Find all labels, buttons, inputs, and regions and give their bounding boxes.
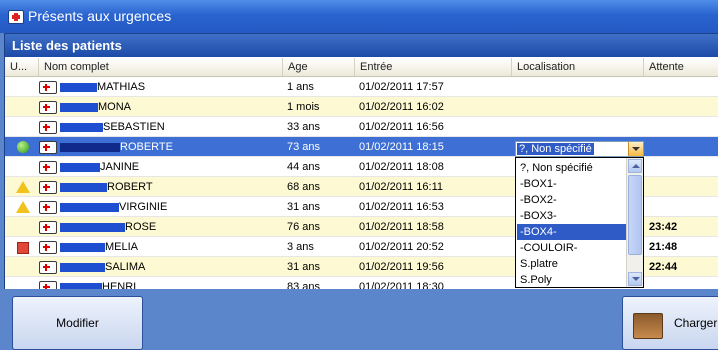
- ambulance-icon: [39, 261, 57, 274]
- patient-entry-time: 01/02/2011 16:56: [359, 121, 444, 133]
- redacted-name-bar: [60, 103, 98, 112]
- ambulance-icon: [39, 81, 57, 94]
- patient-name: SALIMA: [105, 261, 146, 273]
- patient-entry-time: 01/02/2011 16:53: [359, 201, 444, 213]
- patient-age: 44 ans: [287, 161, 321, 173]
- warning-icon: [16, 201, 30, 213]
- patient-age: 31 ans: [287, 261, 321, 273]
- column-header-wait[interactable]: Attente: [644, 58, 718, 76]
- patient-entry-time: 01/02/2011 18:08: [359, 161, 444, 173]
- ambulance-icon: [39, 101, 57, 114]
- patient-name: MATHIAS: [97, 81, 146, 93]
- table-row[interactable]: MATHIAS 1 ans 01/02/2011 17:57: [5, 77, 718, 97]
- redacted-name-bar: [60, 203, 119, 212]
- window-title-bar: Présents aux urgences: [0, 0, 718, 33]
- patient-age: 1 mois: [287, 101, 320, 113]
- patient-name: VIRGINIE: [119, 201, 168, 213]
- patient-entry-time: 01/02/2011 16:02: [359, 101, 444, 113]
- patient-name: SEBASTIEN: [103, 121, 165, 133]
- column-header-u[interactable]: U...: [5, 58, 39, 76]
- ambulance-icon: [39, 241, 57, 254]
- redacted-name-bar: [60, 243, 105, 252]
- location-option[interactable]: -COULOIR-: [517, 240, 630, 256]
- patient-entry-time: 01/02/2011 18:15: [359, 141, 444, 153]
- location-option[interactable]: ?, Non spécifié: [517, 160, 630, 176]
- scroll-down-icon[interactable]: [628, 272, 642, 286]
- location-option[interactable]: S.Poly: [517, 272, 630, 287]
- ambulance-icon: [39, 141, 57, 154]
- ambulance-icon: [8, 10, 24, 24]
- ambulance-icon: [39, 201, 57, 214]
- patient-entry-time: 01/02/2011 20:52: [359, 241, 444, 253]
- location-option[interactable]: -BOX1-: [517, 176, 630, 192]
- bottom-toolbar: Modifier Charger: [4, 289, 718, 350]
- patient-name: JANINE: [100, 161, 140, 173]
- patient-name: MONA: [98, 101, 131, 113]
- patient-entry-time: 01/02/2011 18:58: [359, 221, 444, 233]
- patient-age: 73 ans: [287, 141, 321, 153]
- patient-age: 68 ans: [287, 181, 321, 193]
- location-combobox-value: ?, Non spécifié: [517, 143, 594, 155]
- load-button-label: Charger: [674, 316, 718, 330]
- patient-name: ROSE: [125, 221, 157, 233]
- dropdown-scrollbar[interactable]: [626, 158, 643, 287]
- patient-age: 31 ans: [287, 201, 321, 213]
- redacted-name-bar: [60, 123, 103, 132]
- red-status-icon: [17, 242, 29, 254]
- scroll-up-icon[interactable]: [628, 159, 642, 173]
- redacted-name-bar: [60, 143, 120, 152]
- location-option[interactable]: -BOX4-: [517, 224, 630, 240]
- ambulance-icon: [39, 221, 57, 234]
- redacted-name-bar: [60, 163, 100, 172]
- patient-entry-time: 01/02/2011 16:11: [359, 181, 444, 193]
- dropdown-arrow-icon[interactable]: [628, 142, 643, 156]
- green-status-icon: [17, 141, 29, 153]
- table-header: U... Nom complet Age Entrée Localisation…: [5, 58, 718, 77]
- patient-entry-time: 01/02/2011 17:57: [359, 81, 444, 93]
- folder-load-icon: [633, 313, 663, 339]
- column-header-name[interactable]: Nom complet: [39, 58, 283, 76]
- patient-wait-time: 23:42: [649, 221, 678, 233]
- patient-age: 3 ans: [287, 241, 314, 253]
- column-header-age[interactable]: Age: [283, 58, 355, 76]
- column-header-location[interactable]: Localisation: [512, 58, 644, 76]
- redacted-name-bar: [60, 83, 97, 92]
- table-row[interactable]: SEBASTIEN 33 ans 01/02/2011 16:56: [5, 117, 718, 137]
- ambulance-icon: [39, 121, 57, 134]
- location-dropdown-list[interactable]: ?, Non spécifié -BOX1- -BOX2- -BOX3- -BOX4- -…: [515, 157, 644, 288]
- patient-wait-time: 22:44: [649, 261, 678, 273]
- redacted-name-bar: [60, 263, 105, 272]
- location-option[interactable]: -BOX3-: [517, 208, 630, 224]
- modify-button[interactable]: Modifier: [12, 296, 143, 350]
- patient-age: 1 ans: [287, 81, 314, 93]
- warning-icon: [16, 181, 30, 193]
- window-title: Présents aux urgences: [28, 8, 172, 24]
- patient-age: 76 ans: [287, 221, 321, 233]
- patient-name: ROBERTE: [120, 141, 173, 153]
- table-row[interactable]: MONA 1 mois 01/02/2011 16:02: [5, 97, 718, 117]
- ambulance-icon: [39, 161, 57, 174]
- modify-button-label: Modifier: [56, 316, 99, 330]
- scrollbar-thumb[interactable]: [628, 175, 642, 255]
- patient-list-panel: Liste des patients U... Nom complet Age …: [4, 33, 718, 297]
- panel-header: Liste des patients: [5, 34, 718, 57]
- patient-entry-time: 01/02/2011 19:56: [359, 261, 444, 273]
- location-option[interactable]: -BOX2-: [517, 192, 630, 208]
- column-header-entry[interactable]: Entrée: [355, 58, 512, 76]
- redacted-name-bar: [60, 223, 125, 232]
- ambulance-icon: [39, 181, 57, 194]
- location-option[interactable]: S.platre: [517, 256, 630, 272]
- panel-title: Liste des patients: [12, 38, 122, 53]
- patient-name: ROBERT: [107, 181, 153, 193]
- patient-name: MELIA: [105, 241, 139, 253]
- patient-wait-time: 21:48: [649, 241, 678, 253]
- redacted-name-bar: [60, 183, 107, 192]
- patient-age: 33 ans: [287, 121, 321, 133]
- load-button[interactable]: Charger: [622, 296, 718, 350]
- location-combobox[interactable]: ?, Non spécifié: [515, 141, 644, 157]
